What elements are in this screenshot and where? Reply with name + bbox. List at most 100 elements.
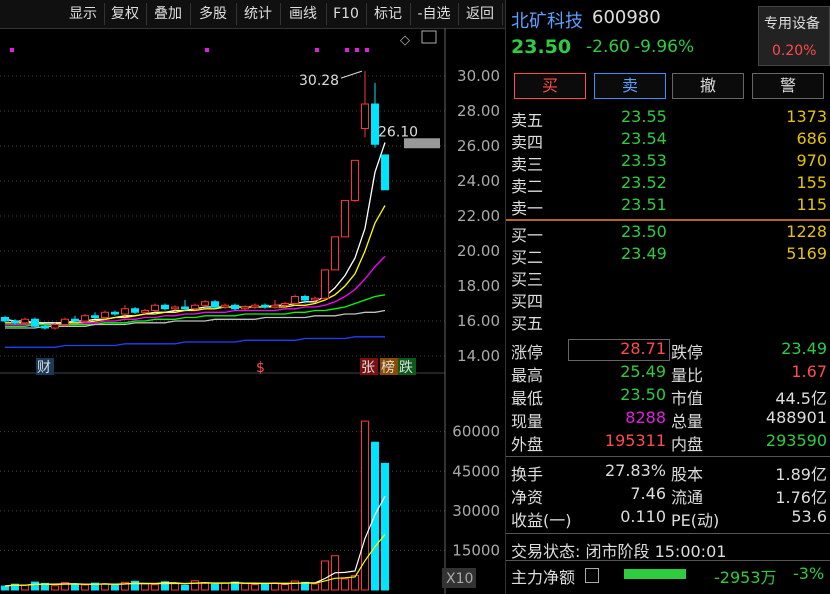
stat-label: 外盘 [511, 435, 544, 454]
main-flow-bar [624, 569, 686, 579]
volume-tick-label: 15000 [452, 541, 500, 559]
candle-body [81, 315, 89, 322]
price-change: -2.60 [586, 37, 630, 57]
candle-body [181, 306, 189, 310]
candle-body [381, 154, 389, 191]
book-label: 买三 [511, 270, 544, 289]
toolbar-4[interactable]: 统计 [236, 3, 281, 25]
stock-name: 北矿科技 [511, 11, 583, 32]
candle-body [241, 306, 249, 310]
book-price: 23.50 [621, 222, 667, 241]
diamond-icon: ◇ [400, 33, 410, 48]
chart-axes: 30.00 28.00 26.00 24.00 22.00 20.00 18.00 16.00… [442, 67, 500, 588]
toolbar-6[interactable]: F10 [326, 3, 367, 25]
menu-icon[interactable] [585, 568, 599, 583]
stat-label: 收益(一) [511, 511, 572, 530]
volume-bar [21, 584, 29, 591]
book-label: 买二 [511, 248, 544, 267]
price-tick-label: 18.00 [457, 277, 500, 295]
book-label: 买四 [511, 292, 544, 311]
book-volume: 686 [796, 129, 827, 148]
moving-average-lines [4, 142, 386, 348]
candle-body [161, 304, 169, 310]
candle-body [121, 308, 129, 315]
alert-button[interactable]: 警 [752, 73, 824, 99]
divider-line [506, 560, 830, 561]
price-change-pct: -9.96% [634, 37, 695, 57]
price-tick-label: 22.00 [457, 207, 500, 225]
toolbar-0[interactable]: 显示 [62, 3, 105, 25]
candle-body [261, 304, 269, 308]
volume-bar [111, 585, 119, 591]
event-marker-label: 张 [361, 360, 375, 376]
volume-bar [51, 585, 59, 591]
stat-label: 流通 [671, 488, 704, 507]
purple-dot-marker [345, 48, 349, 52]
toolbar-8[interactable]: -自选 [410, 3, 459, 25]
stat-value: 25.49 [620, 362, 666, 381]
toolbar-3[interactable]: 多股 [190, 3, 237, 25]
toolbar-7[interactable]: 标记 [366, 3, 411, 25]
volume-tick-label: 60000 [452, 423, 500, 441]
book-volume: 5169 [786, 244, 827, 263]
event-marker-label: $ [256, 360, 265, 376]
stat-label: 内盘 [671, 435, 704, 454]
volume-bar [191, 580, 199, 591]
volume-unit-label: X10 [446, 571, 473, 587]
trade-status: 交易状态: 闭市阶段 15:00:01 [511, 542, 727, 561]
stat-value: 293590 [765, 431, 827, 450]
buy-button[interactable]: 买 [514, 73, 586, 99]
book-price: 23.52 [621, 173, 667, 192]
event-marker-label: 财 [37, 360, 51, 376]
main-flow-label: 主力净额 [511, 568, 576, 587]
quote-panel: 北矿科技 600980 23.50 -2.60 -9.96% 专用设备 0.20… [505, 0, 830, 594]
candle-body [151, 304, 159, 311]
volume-tick-label: 30000 [452, 502, 500, 520]
stat-value: 7.46 [630, 484, 666, 503]
sell-button[interactable]: 卖 [594, 73, 666, 99]
high-price-label: 30.28 [299, 73, 339, 89]
price-tick-label: 28.00 [457, 102, 500, 120]
candle-body [61, 318, 69, 325]
volume-bar [221, 582, 229, 591]
volume-bar [341, 578, 349, 591]
candle-body [171, 306, 179, 310]
price-tick-label: 14.00 [457, 347, 500, 365]
candle-body [21, 318, 29, 324]
toolbar-1[interactable]: 复权 [104, 3, 147, 25]
book-label: 买五 [511, 314, 544, 333]
stat-value: 0.110 [620, 507, 666, 526]
volume-bar [31, 581, 39, 591]
volume-bars [1, 420, 389, 591]
book-volume: 115 [796, 195, 827, 214]
sector-box[interactable]: 专用设备 0.20% [758, 6, 830, 66]
stat-value: 1.76亿 [775, 488, 827, 507]
book-volume: 1228 [786, 222, 827, 241]
candle-body [141, 310, 149, 313]
toolbar-9[interactable]: 返回 [458, 3, 503, 25]
event-marker-label: 跌 [399, 360, 413, 376]
book-price: 23.55 [621, 107, 667, 126]
divider-line [506, 456, 830, 457]
volume-bar [211, 583, 219, 591]
volume-bar [251, 584, 259, 591]
volume-bar [261, 582, 269, 591]
candle-body [311, 297, 319, 301]
stat-label: 最高 [511, 366, 544, 385]
volume-bar [181, 584, 189, 591]
candle-body [301, 296, 309, 301]
book-price: 23.49 [621, 244, 667, 263]
stat-value: 44.5亿 [775, 389, 827, 408]
sector-pct: 0.20% [772, 43, 817, 59]
toolbar-5[interactable]: 画线 [280, 3, 327, 25]
volume-bar [321, 560, 329, 591]
panel-toggle-icon [421, 30, 437, 44]
main-flow-value: -2953万 [714, 568, 777, 587]
stat-label: 市值 [671, 389, 704, 408]
cancel-order-button[interactable]: 撤 [672, 73, 744, 99]
volume-bar [241, 583, 249, 591]
toolbar-2[interactable]: 叠加 [146, 3, 191, 25]
stock-code: 600980 [592, 7, 661, 28]
stat-value: 27.83% [604, 461, 666, 480]
event-marker-label: 榜 [381, 359, 395, 376]
